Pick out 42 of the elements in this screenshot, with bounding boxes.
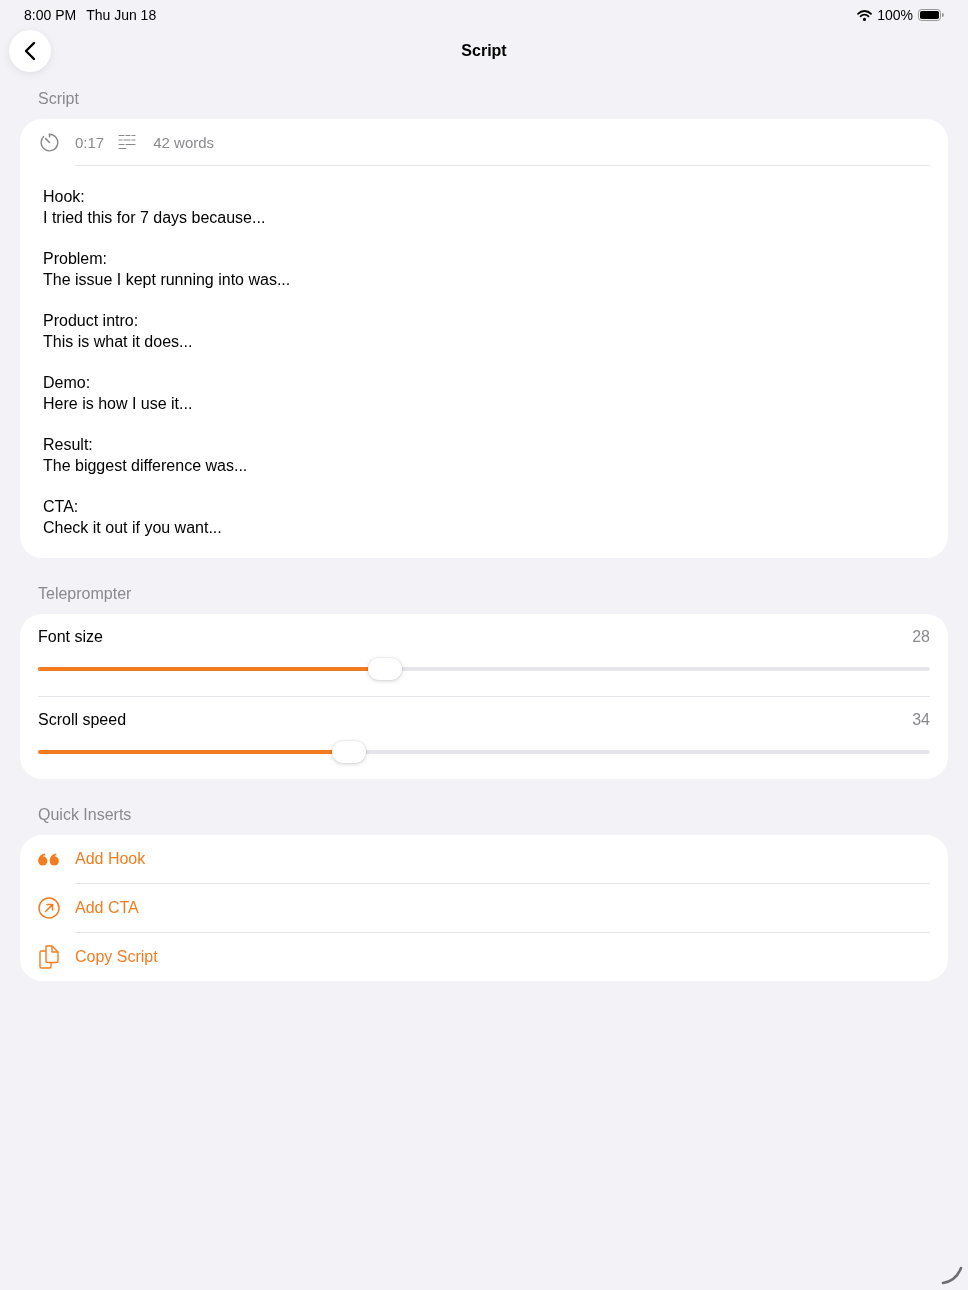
battery-icon	[918, 9, 944, 21]
script-line-text: Check it out if you want...	[43, 518, 222, 538]
quick-insert-button[interactable]: Add Hook	[20, 835, 948, 883]
slider-thumb[interactable]	[332, 741, 367, 763]
quick-insert-button[interactable]: Copy Script	[20, 933, 948, 981]
back-chevron-icon	[24, 41, 36, 61]
script-section-label: Problem:	[43, 249, 108, 269]
script-section-label: Product intro:	[43, 311, 139, 331]
slider-value: 34	[912, 710, 930, 730]
back-button[interactable]	[9, 30, 51, 72]
section-header: Teleprompter	[38, 584, 132, 604]
script-section-label: CTA:	[43, 497, 79, 517]
screen-title: Script	[461, 42, 507, 60]
script-section-label: Result:	[43, 435, 93, 455]
slider[interactable]	[38, 658, 930, 680]
slider-thumb[interactable]	[368, 658, 403, 680]
quote-icon	[38, 852, 60, 866]
script-line-text: Here is how I use it...	[43, 394, 193, 414]
section-header: Script	[38, 89, 79, 109]
quick-insert-button[interactable]: Add CTA	[20, 884, 948, 932]
slider-value: 28	[912, 627, 930, 647]
wifi-icon	[857, 9, 873, 21]
slider[interactable]	[38, 741, 930, 763]
status-time: 8:00 PM	[24, 7, 77, 23]
script-line-text: The issue I kept running into was...	[43, 270, 291, 290]
slider-label: Scroll speed	[38, 710, 127, 730]
battery-percentage: 100%	[877, 7, 913, 23]
script-line-text: This is what it does...	[43, 332, 193, 352]
script-line-text: I tried this for 7 days because...	[43, 208, 266, 228]
word-count-text: 42 words	[153, 133, 215, 151]
copy-documents-icon	[38, 945, 60, 969]
slider-label: Font size	[38, 627, 103, 647]
script-section-label: Demo:	[43, 373, 91, 393]
corner-grabber-icon[interactable]	[941, 1265, 963, 1285]
timer-icon	[40, 132, 59, 152]
section-header: Quick Inserts	[38, 805, 132, 825]
script-line-text: The biggest difference was...	[43, 456, 248, 476]
script-section-label: Hook:	[43, 187, 85, 207]
status-date: Thu Jun 18	[86, 7, 157, 23]
text-lines-icon	[118, 134, 137, 150]
duration-text: 0:17	[75, 133, 105, 151]
arrow-circle-icon	[38, 897, 60, 919]
